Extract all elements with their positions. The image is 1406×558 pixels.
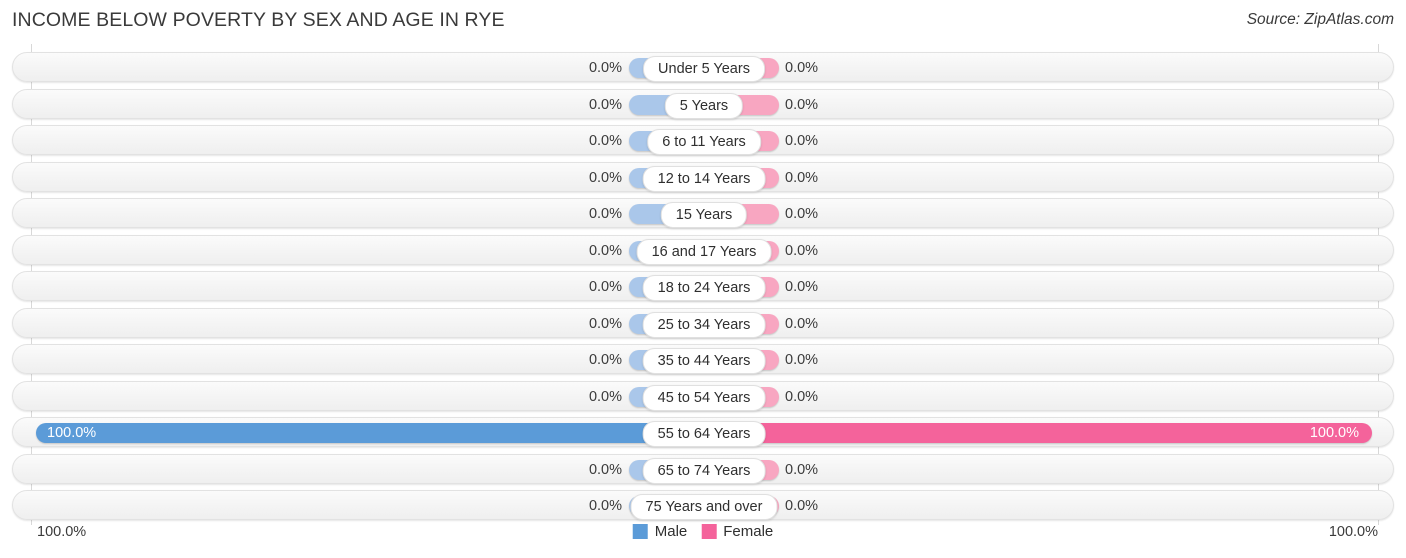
value-label-male: 0.0% xyxy=(588,388,622,405)
category-label[interactable]: 35 to 44 Years xyxy=(642,348,766,374)
value-label-male: 0.0% xyxy=(588,96,622,113)
legend-swatch-male-icon xyxy=(632,524,648,539)
source-label: Source: ZipAtlas.com xyxy=(1246,11,1394,28)
value-label-male: 0.0% xyxy=(588,206,622,222)
category-label[interactable]: Under 5 Years xyxy=(643,56,765,82)
category-label[interactable]: 45 to 54 Years xyxy=(642,384,766,411)
value-label-male: 0.0% xyxy=(588,60,622,76)
bar-male[interactable] xyxy=(36,423,704,443)
table-row[interactable]: 0.0% 0.0% 16 and 17 Years xyxy=(12,234,1394,265)
table-row[interactable]: 0.0% 0.0% 45 to 54 Years xyxy=(12,380,1394,411)
value-label-male: 100.0% xyxy=(47,425,97,441)
category-label[interactable]: 25 to 34 Years xyxy=(642,311,766,338)
value-label-female: 100.0% xyxy=(1309,425,1359,441)
value-label-male: 0.0% xyxy=(588,279,622,295)
value-label-female: 0.0% xyxy=(785,498,819,514)
chart-header: INCOME BELOW POVERTY BY SEX AND AGE IN R… xyxy=(0,0,1406,40)
table-row[interactable]: 0.0% 0.0% 25 to 34 Years xyxy=(12,307,1394,338)
table-row[interactable]: 0.0% 0.0% 5 Years xyxy=(12,88,1394,119)
value-label-female: 0.0% xyxy=(785,60,819,76)
category-label[interactable]: 75 Years and over xyxy=(630,494,778,520)
page-title: INCOME BELOW POVERTY BY SEX AND AGE IN R… xyxy=(12,9,505,31)
chart-footer: 100.0% Male Female 100.0% xyxy=(0,520,1406,558)
bar-female[interactable] xyxy=(704,423,1372,443)
value-label-female: 0.0% xyxy=(785,96,819,113)
value-label-male: 0.0% xyxy=(588,169,622,186)
value-label-male: 0.0% xyxy=(588,352,622,368)
value-label-male: 0.0% xyxy=(588,315,622,332)
category-label[interactable]: 55 to 64 Years xyxy=(642,421,766,447)
legend-label-female: Female xyxy=(723,523,774,540)
table-row[interactable]: 0.0% 0.0% Under 5 Years xyxy=(12,52,1394,82)
table-row[interactable]: 0.0% 0.0% 6 to 11 Years xyxy=(12,125,1394,155)
legend-swatch-female-icon xyxy=(701,524,717,539)
axis-label-left: 100.0% xyxy=(37,524,87,540)
legend-item-female[interactable]: Female xyxy=(701,523,773,540)
table-row[interactable]: 0.0% 0.0% 65 to 74 Years xyxy=(12,453,1394,484)
table-row[interactable]: 0.0% 0.0% 12 to 14 Years xyxy=(12,161,1394,192)
legend-label-male: Male xyxy=(654,523,688,540)
category-label[interactable]: 65 to 74 Years xyxy=(642,457,766,484)
value-label-female: 0.0% xyxy=(785,242,819,259)
table-row[interactable]: 0.0% 0.0% 15 Years xyxy=(12,198,1394,228)
value-label-male: 0.0% xyxy=(588,133,622,149)
value-label-male: 0.0% xyxy=(588,242,622,259)
value-label-female: 0.0% xyxy=(785,133,819,149)
table-row[interactable]: 0.0% 0.0% 75 Years and over xyxy=(12,490,1394,520)
value-label-female: 0.0% xyxy=(785,206,819,222)
category-label[interactable]: 18 to 24 Years xyxy=(642,275,766,301)
value-label-female: 0.0% xyxy=(785,352,819,368)
category-label[interactable]: 15 Years xyxy=(660,202,748,228)
chart-plot-area: 0.0% 0.0% Under 5 Years 0.0% 0.0% 5 Years 0.0%… xyxy=(0,40,1406,525)
value-label-female: 0.0% xyxy=(785,388,819,405)
table-row[interactable]: 100.0% 100.0% 55 to 64 Years xyxy=(12,417,1394,447)
category-label[interactable]: 5 Years xyxy=(664,92,744,119)
value-label-female: 0.0% xyxy=(785,279,819,295)
value-label-female: 0.0% xyxy=(785,315,819,332)
value-label-female: 0.0% xyxy=(785,461,819,478)
category-label[interactable]: 6 to 11 Years xyxy=(647,129,761,155)
table-row[interactable]: 0.0% 0.0% 35 to 44 Years xyxy=(12,344,1394,374)
value-label-male: 0.0% xyxy=(588,461,622,478)
value-label-female: 0.0% xyxy=(785,169,819,186)
chart-legend: Male Female xyxy=(632,523,773,540)
legend-item-male[interactable]: Male xyxy=(632,523,688,540)
category-label[interactable]: 16 and 17 Years xyxy=(636,238,772,265)
category-label[interactable]: 12 to 14 Years xyxy=(642,165,766,192)
axis-label-right: 100.0% xyxy=(1328,524,1378,540)
table-row[interactable]: 0.0% 0.0% 18 to 24 Years xyxy=(12,271,1394,301)
value-label-male: 0.0% xyxy=(588,498,622,514)
